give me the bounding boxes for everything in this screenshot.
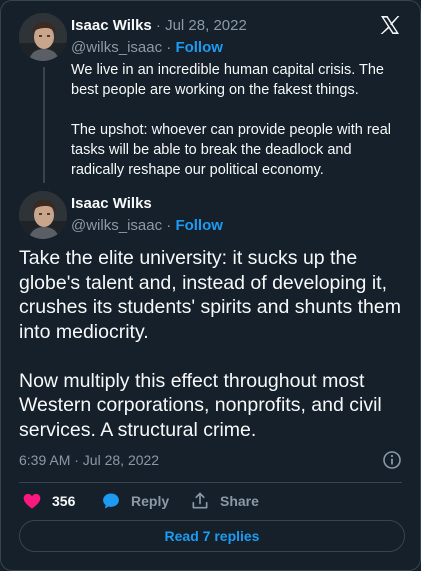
divider <box>19 482 402 483</box>
separator-dot: · <box>162 217 176 234</box>
avatar-photo <box>19 13 67 61</box>
follow-button[interactable]: Follow <box>175 39 223 56</box>
tweet-timestamp[interactable]: 6:39 AM · Jul 28, 2022 <box>19 452 159 468</box>
tweet-date[interactable]: · Jul 28, 2022 <box>152 17 247 34</box>
avatar-photo <box>19 191 67 239</box>
tweet-paragraph: We live in an incredible human capital c… <box>71 62 384 98</box>
tweet-paragraph: Take the elite university: it sucks up t… <box>19 247 401 343</box>
reply-label: Reply <box>131 493 170 509</box>
avatar[interactable] <box>19 13 67 61</box>
author-name[interactable]: Isaac Wilks <box>71 17 152 34</box>
author-handle[interactable]: @wilks_isaac <box>71 39 162 56</box>
share-label: Share <box>220 493 259 509</box>
separator-dot: · <box>162 39 176 56</box>
heart-icon <box>23 493 41 509</box>
author-name[interactable]: Isaac Wilks <box>71 195 152 212</box>
thread-connector-line <box>43 67 45 183</box>
like-button[interactable]: 356 <box>22 490 75 512</box>
like-count: 356 <box>52 493 76 509</box>
x-logo-icon[interactable] <box>378 13 402 37</box>
follow-button[interactable]: Follow <box>175 217 223 234</box>
reply-button[interactable]: Reply <box>101 490 169 512</box>
tweet-paragraph: Now multiply this effect throughout most… <box>19 369 382 441</box>
tweet-paragraph: The upshot: whoever can provide people w… <box>71 122 391 178</box>
read-replies-button[interactable]: Read 7 replies <box>19 520 405 552</box>
share-button[interactable]: Share <box>190 490 259 512</box>
share-icon <box>192 492 208 509</box>
author-handle[interactable]: @wilks_isaac <box>71 217 162 234</box>
parent-tweet-text: We live in an incredible human capital c… <box>71 60 401 180</box>
main-tweet-text: Take the elite university: it sucks up t… <box>19 246 411 442</box>
info-icon[interactable] <box>382 450 402 470</box>
embedded-tweet-card: Isaac Wilks · Jul 28, 2022 @wilks_isaac … <box>0 0 421 571</box>
speech-bubble-icon <box>103 493 119 509</box>
avatar[interactable] <box>19 191 67 239</box>
read-replies-label: Read 7 replies <box>164 528 260 544</box>
